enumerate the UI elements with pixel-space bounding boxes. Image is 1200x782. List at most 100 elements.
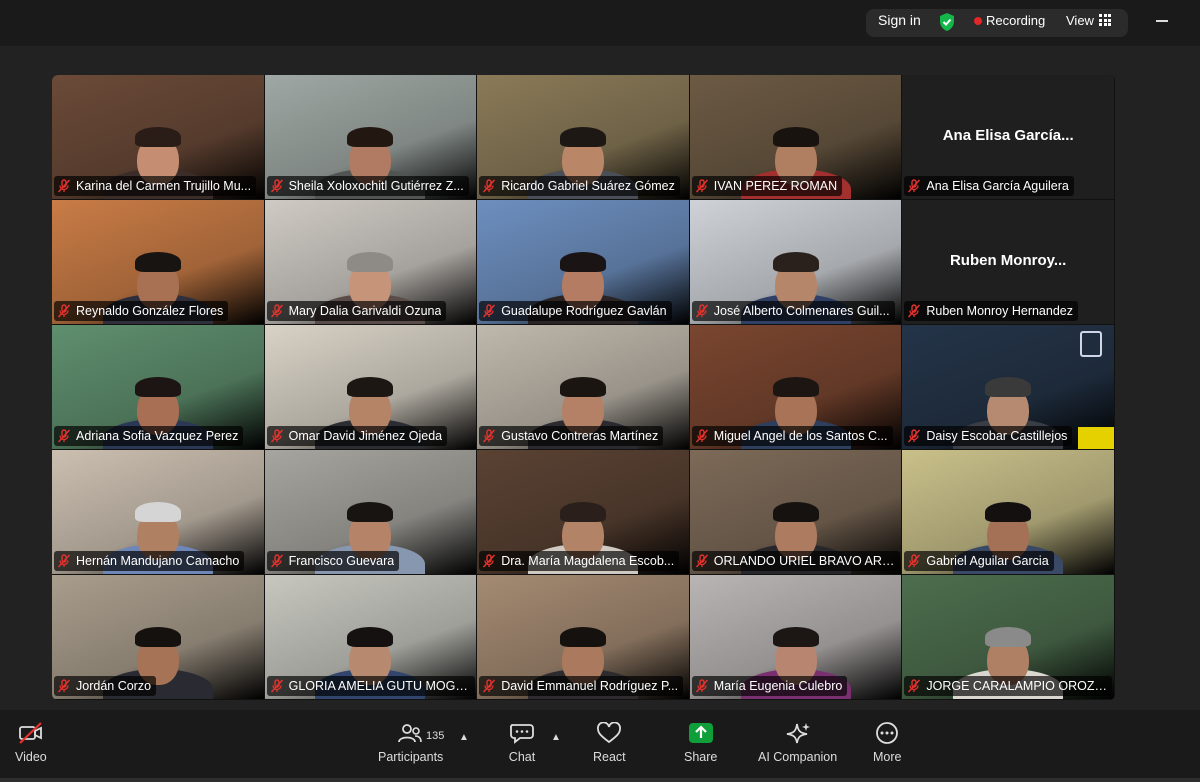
participant-name: Gabriel Aguilar Garcia	[926, 554, 1049, 568]
participant-nameplate: Gabriel Aguilar Garcia	[904, 551, 1054, 571]
participant-hair	[985, 502, 1032, 522]
mic-muted-icon	[57, 554, 71, 568]
participant-hair	[134, 377, 181, 397]
participant-nameplate: Karina del Carmen Trujillo Mu...	[54, 176, 257, 196]
participant-tile[interactable]: JORGE CARALAMPIO OROZC...	[902, 575, 1115, 700]
grid-view-icon[interactable]	[1099, 14, 1111, 26]
participant-name: Ricardo Gabriel Suárez Gómez	[501, 179, 675, 193]
minimize-icon[interactable]	[1156, 20, 1168, 22]
participant-tile[interactable]: Adriana Sofia Vazquez Perez	[52, 325, 265, 450]
participant-tile[interactable]: Ricardo Gabriel Suárez Gómez	[477, 75, 690, 200]
mic-muted-icon	[695, 304, 708, 318]
participant-nameplate: Sheila Xoloxochitl Gutiérrez Z...	[266, 176, 469, 196]
participant-nameplate: Guadalupe Rodríguez Gavlán	[479, 301, 672, 321]
participant-tile[interactable]: Gabriel Aguilar Garcia	[902, 450, 1115, 575]
mic-muted-icon	[270, 429, 283, 443]
mic-muted-icon	[695, 554, 708, 568]
participant-tile[interactable]: Reynaldo González Flores	[52, 200, 265, 325]
chat-label: Chat	[508, 750, 536, 764]
participant-name: Daisy Escobar Castillejos	[926, 429, 1068, 443]
participant-hair	[772, 127, 819, 147]
participant-nameplate: ORLANDO URIEL BRAVO ARG...	[691, 551, 900, 571]
mic-muted-icon	[57, 429, 71, 443]
more-icon	[876, 722, 899, 744]
participant-tile[interactable]: IVAN PEREZ ROMAN	[689, 75, 903, 200]
ai-companion-label: AI Companion	[758, 750, 838, 764]
mic-muted-icon	[270, 554, 283, 568]
mic-muted-icon	[695, 429, 708, 443]
mic-muted-icon	[270, 679, 283, 693]
participant-nameplate: GLORIA AMELIA GUTU MOGU...	[266, 676, 475, 696]
recording-status[interactable]: Recording	[986, 13, 1045, 28]
participant-nameplate: María Eugenia Culebro	[691, 676, 848, 696]
share-button[interactable]: Share	[684, 722, 717, 764]
participant-name: Mary Dalia Garivaldi Ozuna	[288, 304, 442, 318]
participant-tile[interactable]: María Eugenia Culebro	[689, 575, 903, 700]
participant-name: ORLANDO URIEL BRAVO ARG...	[713, 554, 895, 568]
participant-tile[interactable]: Dra. María Magdalena Escob...	[477, 450, 690, 575]
meeting-main-area: Karina del Carmen Trujillo Mu... Sheila X…	[0, 46, 1200, 710]
participant-tile[interactable]: Miguel Angel de los Santos C...	[689, 325, 903, 450]
mic-muted-icon	[908, 304, 921, 318]
mic-muted-icon	[483, 304, 496, 318]
participant-tile[interactable]: GLORIA AMELIA GUTU MOGU...	[264, 575, 478, 700]
participant-tile[interactable]: ORLANDO URIEL BRAVO ARG...	[689, 450, 903, 575]
more-button[interactable]: More	[873, 722, 901, 764]
participant-name: Jordán Corzo	[76, 679, 152, 693]
sparkle-icon	[786, 723, 810, 744]
participant-tile[interactable]: Jordán Corzo	[52, 575, 265, 700]
participants-caret-icon[interactable]: ▲	[459, 732, 469, 743]
shield-check-icon[interactable]	[938, 12, 956, 32]
participant-name: GLORIA AMELIA GUTU MOGU...	[288, 679, 470, 693]
participant-tile[interactable]: Ruben Monroy... Ruben Monroy Hernandez	[902, 200, 1115, 325]
participants-count: 135	[426, 730, 445, 742]
participant-tile[interactable]: David Emmanuel Rodríguez P...	[477, 575, 690, 700]
participant-name: Dra. María Magdalena Escob...	[501, 554, 675, 568]
participant-tile[interactable]: Francisco Guevara	[264, 450, 478, 575]
participant-tile[interactable]: Gustavo Contreras Martínez	[477, 325, 690, 450]
participant-name: María Eugenia Culebro	[713, 679, 843, 693]
participant-display-name: Ruben Monroy...	[949, 252, 1067, 269]
participant-name: Guadalupe Rodríguez Gavlán	[501, 304, 667, 318]
mic-muted-icon	[483, 554, 496, 568]
participant-tile[interactable]: Daisy Escobar Castillejos	[902, 325, 1115, 450]
participant-tile[interactable]: Hernán Mandujano Camacho	[52, 450, 265, 575]
participant-tile[interactable]: Mary Dalia Garivaldi Ozuna	[264, 200, 478, 325]
participant-name: JORGE CARALAMPIO OROZC...	[926, 679, 1108, 693]
participant-name: Gustavo Contreras Martínez	[501, 429, 659, 443]
participant-name: Reynaldo González Flores	[76, 304, 224, 318]
chat-caret-icon[interactable]: ▲	[551, 732, 561, 743]
participant-tile[interactable]: Karina del Carmen Trujillo Mu...	[52, 75, 265, 200]
sign-in-button[interactable]: Sign in	[878, 12, 921, 28]
participant-hair	[347, 252, 394, 272]
mic-muted-icon	[908, 554, 921, 568]
participant-nameplate: Omar David Jiménez Ojeda	[266, 426, 448, 446]
react-label: React	[593, 750, 626, 764]
ai-companion-button[interactable]: AI Companion	[758, 722, 837, 764]
participant-hair	[559, 127, 606, 147]
participant-name: Karina del Carmen Trujillo Mu...	[76, 179, 252, 193]
participant-name: Ruben Monroy Hernandez	[926, 304, 1073, 318]
view-button[interactable]: View	[1066, 13, 1094, 28]
more-label: More	[873, 750, 902, 764]
participant-nameplate: Ana Elisa García Aguilera	[904, 176, 1074, 196]
mic-muted-icon	[908, 679, 921, 693]
participant-display-name: Ana Elisa García...	[942, 127, 1074, 144]
react-button[interactable]: React	[593, 722, 626, 764]
taskbar-strip	[0, 778, 1200, 782]
participant-tile[interactable]: José Alberto Colmenares Guil...	[689, 200, 903, 325]
participant-tile[interactable]: Ana Elisa García... Ana Elisa García Agui…	[902, 75, 1115, 200]
participant-tile[interactable]: Omar David Jiménez Ojeda	[264, 325, 478, 450]
mic-muted-icon	[695, 179, 708, 193]
participant-hair	[985, 377, 1032, 397]
participant-tile[interactable]: Sheila Xoloxochitl Gutiérrez Z...	[264, 75, 478, 200]
participants-button[interactable]: Participants	[378, 722, 443, 764]
participant-hair	[347, 377, 394, 397]
participant-nameplate: Ruben Monroy Hernandez	[904, 301, 1078, 321]
chat-button[interactable]: Chat	[508, 722, 536, 764]
participant-tile[interactable]: Guadalupe Rodríguez Gavlán	[477, 200, 690, 325]
share-label: Share	[684, 750, 718, 764]
participant-hair	[772, 502, 819, 522]
participants-label: Participants	[378, 750, 444, 764]
video-button[interactable]: Video	[15, 722, 47, 764]
